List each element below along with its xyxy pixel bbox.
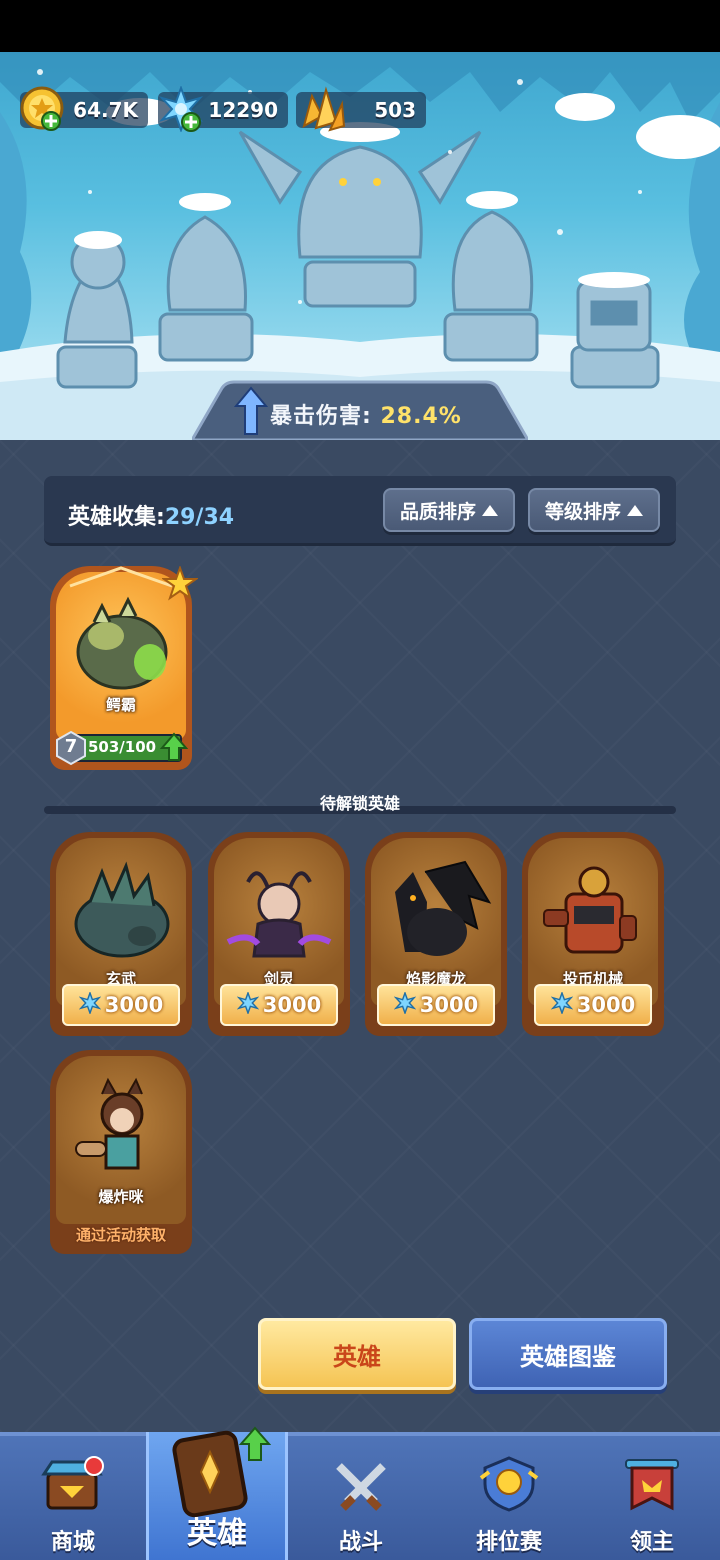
shop-chest-icon (40, 1456, 106, 1516)
hero-name: 鳄霸 (105, 696, 136, 714)
nav-tab-battle[interactable]: 战斗 (288, 1436, 434, 1560)
ice-crystal-icon (158, 85, 204, 136)
level-hex-badge: 7 (54, 730, 88, 766)
nav-tab-label: 战斗 (338, 1530, 383, 1555)
collection-count: 29/34 (164, 505, 235, 530)
crit-damage-value: 28.4% (380, 404, 462, 429)
nav-tab-label: 英雄 (187, 1516, 247, 1551)
nav-tab-hero[interactable]: 英雄 (146, 1426, 288, 1560)
ice-crystal-icon (236, 990, 260, 1019)
locked-heroes-title: 待解锁英雄 (319, 794, 400, 813)
hero-card-toubi-jixie[interactable]: 投币机械 3000 (522, 832, 664, 1036)
sort-arrow-icon (482, 504, 498, 516)
crystal-counter[interactable]: 503 (296, 86, 426, 132)
collection-label: 英雄收集:29/34 (68, 505, 235, 530)
hero-card-jianling[interactable]: 剑灵 3000 (208, 832, 350, 1036)
hero-level: 7 (64, 736, 78, 757)
unlock-price-button[interactable]: 3000 (62, 984, 180, 1026)
sort-by-level-button[interactable]: 等级排序 (528, 488, 660, 532)
ice-crystal-icon (393, 990, 417, 1019)
star-icon (160, 565, 200, 606)
upgrade-arrow-icon (159, 732, 189, 766)
hero-card-baozha-mi[interactable]: 爆炸咪 通过活动获取 (50, 1050, 192, 1254)
nav-tab-shop[interactable]: 商城 (0, 1436, 146, 1560)
collection-header: 英雄收集:29/34 品质排序 等级排序 (44, 476, 676, 546)
gold-coin-icon (20, 86, 64, 136)
crit-damage-banner: 暴击伤害: 28.4% (192, 380, 528, 440)
unlock-price-button[interactable]: 3000 (220, 984, 338, 1026)
gold-crystal-icon (296, 86, 348, 140)
nav-tab-label: 领主 (629, 1530, 674, 1555)
gold-counter[interactable]: 64.7K (20, 86, 148, 132)
hero-card-eba[interactable]: 鳄霸 7 503/100 (50, 565, 200, 770)
bottom-navigation: 商城 英雄 战斗 排位赛 领主 (0, 1426, 720, 1560)
unlock-price-button[interactable]: 3000 (377, 984, 495, 1026)
lord-banner-icon (622, 1456, 682, 1518)
rank-shield-icon (479, 1454, 539, 1518)
ice-crystal-icon (550, 990, 574, 1019)
obtain-via-event-note: 通过活动获取 (75, 1226, 166, 1244)
crit-damage-text: 暴击伤害: 28.4% (270, 404, 462, 429)
sort-arrow-icon (627, 504, 643, 516)
gem-counter[interactable]: 12290 (158, 85, 288, 133)
hero-tab-button[interactable]: 英雄 (258, 1318, 456, 1390)
nav-tab-lord[interactable]: 领主 (584, 1436, 720, 1560)
crossed-swords-icon (331, 1458, 391, 1518)
sort-by-quality-button[interactable]: 品质排序 (383, 488, 515, 532)
status-bar (0, 0, 720, 52)
hero-guide-button[interactable]: 英雄图鉴 (469, 1318, 667, 1390)
nav-tab-label: 商城 (50, 1530, 95, 1555)
ice-crystal-icon (78, 990, 102, 1019)
unlock-price-button[interactable]: 3000 (534, 984, 652, 1026)
nav-tab-ranked[interactable]: 排位赛 (434, 1436, 584, 1560)
nav-tab-label: 排位赛 (475, 1530, 542, 1555)
hero-card-yanying-molong[interactable]: 焰影魔龙 3000 (365, 832, 507, 1036)
hero-card-xuanwu[interactable]: 玄武 3000 (50, 832, 192, 1036)
hero-progress-text: 503/100 (88, 738, 157, 756)
arrow-up-icon (233, 386, 269, 440)
hero-name: 爆炸咪 (98, 1188, 144, 1206)
